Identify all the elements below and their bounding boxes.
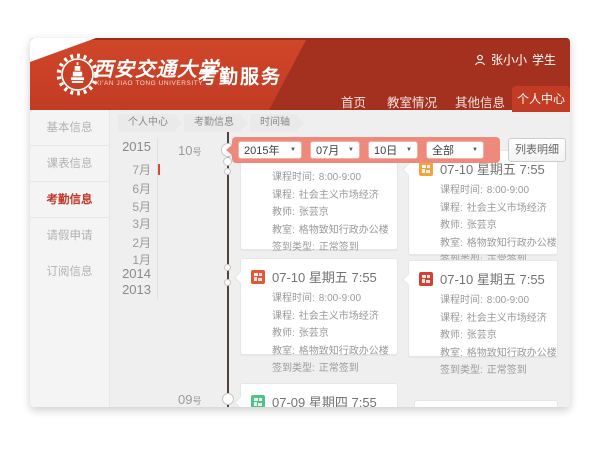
- app-title: 考勤服务: [198, 62, 282, 89]
- nav-month-may[interactable]: 5月: [132, 200, 151, 214]
- nav-other-info[interactable]: 其他信息: [455, 92, 505, 111]
- nav-month-jun[interactable]: 6月: [132, 182, 151, 196]
- sidebar: 基本信息 课表信息 考勤信息 请假申请 订阅信息: [30, 110, 110, 407]
- sidebar-item-schedule-info[interactable]: 课表信息: [30, 146, 109, 182]
- sidebar-item-subscription-info[interactable]: 订阅信息: [30, 254, 109, 290]
- breadcrumb-timeline[interactable]: 时间轴: [250, 114, 304, 132]
- day-marker-09: 09号: [178, 391, 201, 407]
- breadcrumb-attendance-info[interactable]: 考勤信息: [184, 114, 248, 132]
- attendance-card-clipped: [414, 400, 558, 407]
- attendance-type-icon: [419, 272, 433, 286]
- chevron-down-icon: ▼: [472, 147, 478, 153]
- attendance-card: 07-09 星期四 7:55: [240, 383, 398, 407]
- nav-month-mar[interactable]: 3月: [132, 217, 151, 231]
- user-name: 张小小: [491, 51, 527, 68]
- timeline-node: [224, 279, 231, 286]
- nav-year-2014[interactable]: 2014: [122, 267, 151, 281]
- filter-bar: 2015年 ▼ 07月 ▼ 10日 ▼ 全部 ▼: [232, 137, 500, 163]
- attendance-card: 07-10 星期五 7:55 课程时间:8:00-9:00 课程:社会主义市场经…: [408, 150, 558, 255]
- day-dropdown[interactable]: 10日 ▼: [368, 141, 418, 159]
- nav-classroom[interactable]: 教室情况: [387, 92, 437, 111]
- timeline-node: [223, 157, 232, 166]
- app-window: 西安交通大学 XI'AN JIAO TONG UNIVERSITY 考勤服务 张…: [30, 38, 570, 407]
- user-icon: [474, 54, 486, 66]
- nav-month-feb[interactable]: 2月: [132, 236, 151, 250]
- nav-personal-center[interactable]: 个人中心: [512, 86, 570, 112]
- chevron-down-icon: ▼: [290, 147, 296, 153]
- nav-month-jul[interactable]: 7月: [132, 163, 151, 177]
- attendance-type-icon: [419, 162, 433, 176]
- year-dropdown[interactable]: 2015年 ▼: [238, 141, 302, 159]
- active-month-marker: [158, 164, 160, 175]
- timeline-node: [224, 168, 231, 175]
- day-marker-10: 10号: [178, 142, 201, 160]
- timeline-date-nav: 2015 7月 6月 5月 3月 2月 1月 2014 2013: [116, 138, 158, 300]
- nav-year-2013[interactable]: 2013: [122, 283, 151, 297]
- month-dropdown[interactable]: 07月 ▼: [310, 141, 360, 159]
- type-dropdown[interactable]: 全部 ▼: [426, 141, 484, 159]
- chevron-down-icon: ▼: [348, 147, 354, 153]
- chevron-down-icon: ▼: [406, 147, 412, 153]
- attendance-card: 07-10 星期五 7:55 课程时间:8:00-9:00 课程:社会主义市场经…: [408, 260, 558, 357]
- header: 西安交通大学 XI'AN JIAO TONG UNIVERSITY 考勤服务 张…: [30, 38, 570, 110]
- sidebar-item-basic-info[interactable]: 基本信息: [30, 110, 109, 146]
- card-title: 07-09 星期四 7:55: [272, 392, 377, 407]
- nav-month-jan[interactable]: 1月: [132, 253, 151, 267]
- nav-year-2015[interactable]: 2015: [122, 140, 151, 154]
- attendance-card: 07-10 星期五 7:55 课程时间:8:00-9:00 课程:社会主义市场经…: [240, 258, 398, 355]
- user-role: 学生: [532, 51, 556, 68]
- attendance-type-icon: [251, 395, 265, 408]
- breadcrumb: 个人中心 考勤信息 时间轴: [118, 114, 304, 132]
- card-title: 07-10 星期五 7:55: [272, 267, 377, 286]
- timeline-node: [224, 264, 231, 271]
- timeline-node: [222, 393, 234, 405]
- card-title: 07-10 星期五 7:55: [440, 269, 545, 288]
- sidebar-item-leave-request[interactable]: 请假申请: [30, 218, 109, 254]
- university-name-en: XI'AN JIAO TONG UNIVERSITY: [95, 80, 203, 87]
- user-menu[interactable]: 张小小 学生: [474, 51, 556, 68]
- attendance-type-icon: [251, 270, 265, 284]
- sidebar-item-attendance-info[interactable]: 考勤信息: [30, 182, 109, 218]
- list-detail-button[interactable]: 列表明细: [508, 138, 566, 162]
- breadcrumb-personal-center[interactable]: 个人中心: [118, 114, 182, 132]
- nav-home[interactable]: 首页: [341, 92, 366, 111]
